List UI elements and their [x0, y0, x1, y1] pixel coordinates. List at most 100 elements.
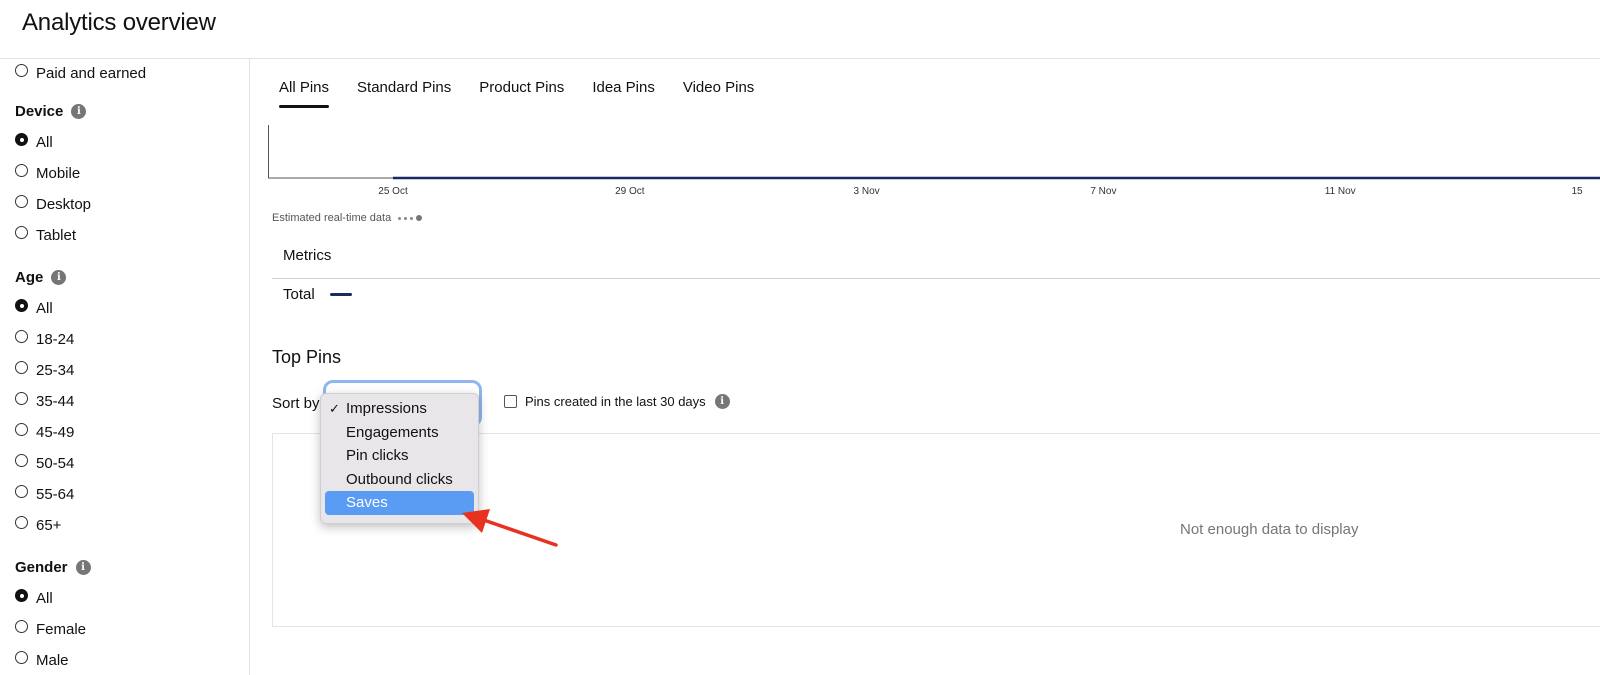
radio-label: Tablet: [36, 227, 77, 244]
page-title: Analytics overview: [22, 9, 216, 36]
tab-standard-pins[interactable]: Standard Pins: [357, 79, 451, 109]
realtime-dots-icon: [398, 215, 423, 221]
radio-label: All: [36, 134, 53, 151]
sort-option-label: Saves: [346, 494, 388, 511]
group-title: Device i: [15, 101, 91, 121]
radio-label: Paid and earned: [36, 65, 147, 82]
metric-label: Total: [283, 285, 315, 303]
radio-button[interactable]: [15, 299, 28, 312]
radio-label: 55-64: [36, 486, 75, 503]
radio-button[interactable]: [15, 620, 28, 633]
radio-button[interactable]: [15, 392, 28, 405]
pin-type-tabs: All Pins Standard Pins Product Pins Idea Pi…: [279, 79, 754, 109]
radio-option[interactable]: Male: [15, 645, 91, 675]
radio-button[interactable]: [15, 589, 28, 602]
legend-line-icon: [329, 292, 352, 296]
x-tick-label: 3 Nov: [854, 186, 880, 197]
radio-label: 18-24: [36, 331, 75, 348]
tab-video-pins[interactable]: Video Pins: [683, 79, 754, 109]
radio-label: 35-44: [36, 393, 75, 410]
sort-option-outbound-clicks[interactable]: Outbound clicks: [325, 468, 474, 492]
sort-option-impressions[interactable]: ✓ Impressions: [325, 397, 474, 421]
radio-option[interactable]: 45-49: [15, 417, 74, 448]
group-title-label: Gender: [15, 558, 68, 576]
x-tick-label: 25 Oct: [378, 186, 408, 197]
header: Analytics overview: [0, 0, 1600, 59]
x-tick-label: 11 Nov: [1325, 186, 1356, 197]
sort-option-pin-clicks[interactable]: Pin clicks: [325, 444, 474, 468]
sort-by-label: Sort by: [272, 395, 320, 412]
radio-button[interactable]: [15, 651, 28, 664]
radio-button[interactable]: [15, 485, 28, 498]
group-title: Age i: [15, 267, 74, 287]
radio-option[interactable]: 25-34: [15, 355, 74, 386]
radio-button[interactable]: [15, 516, 28, 529]
radio-label: 45-49: [36, 424, 75, 441]
main-content: All Pins Standard Pins Product Pins Idea Pi…: [250, 59, 1600, 675]
radio-label: Desktop: [36, 196, 92, 213]
group-title: Gender i: [15, 557, 91, 577]
radio-button[interactable]: [15, 361, 28, 374]
chart-svg: 25 Oct 29 Oct 3 Nov 7 Nov 11 Nov 15: [268, 125, 1600, 197]
realtime-note: Estimated real-time data: [272, 212, 423, 224]
sort-option-label: Impressions: [346, 400, 427, 417]
radio-button[interactable]: [15, 423, 28, 436]
gender-filter-group: Gender i All Female Male: [15, 557, 91, 675]
radio-option[interactable]: All: [15, 583, 91, 614]
metrics-row-total: Total: [283, 284, 352, 304]
radio-option[interactable]: 55-64: [15, 479, 74, 510]
radio-option[interactable]: Desktop: [15, 189, 91, 220]
radio-button[interactable]: [15, 195, 28, 208]
device-filter-group: Device i All Mobile Desktop Tablet: [15, 101, 91, 251]
checkmark-icon: ✓: [329, 401, 340, 416]
realtime-label: Estimated real-time data: [272, 212, 392, 224]
sort-option-label: Pin clicks: [346, 447, 409, 464]
tab-all-pins[interactable]: All Pins: [279, 79, 330, 109]
sort-dropdown-menu: ✓ Impressions Engagements Pin clicks Outboun…: [320, 393, 479, 524]
radio-label: Mobile: [36, 165, 81, 182]
radio-option[interactable]: 18-24: [15, 324, 74, 355]
radio-option[interactable]: Female: [15, 614, 91, 645]
age-filter-group: Age i All 18-24 25-34 35-44 45-49 50-54 55-64 65+: [15, 267, 74, 541]
group-title-label: Device: [15, 102, 64, 120]
info-icon[interactable]: i: [714, 393, 730, 409]
impressions-chart: 25 Oct 29 Oct 3 Nov 7 Nov 11 Nov 15: [268, 125, 1600, 205]
empty-state-message: Not enough data to display: [1180, 521, 1359, 538]
sort-option-engagements[interactable]: Engagements: [325, 421, 474, 445]
radio-button[interactable]: [15, 64, 28, 77]
info-icon[interactable]: i: [71, 103, 87, 119]
filter-sidebar: Paid and earned Device i All Mobile Desktop T…: [0, 59, 250, 675]
tab-idea-pins[interactable]: Idea Pins: [592, 79, 655, 109]
info-icon[interactable]: i: [51, 269, 67, 285]
sort-option-saves[interactable]: Saves: [325, 491, 474, 515]
radio-label: Male: [36, 652, 69, 669]
top-pins-title: Top Pins: [272, 347, 342, 367]
radio-option[interactable]: 50-54: [15, 448, 74, 479]
checkbox[interactable]: [504, 394, 517, 408]
sort-option-label: Engagements: [346, 423, 439, 441]
radio-label: 25-34: [36, 362, 75, 379]
radio-option[interactable]: All: [15, 127, 91, 158]
metrics-header: Metrics: [272, 244, 1600, 279]
radio-button[interactable]: [15, 133, 28, 146]
created-last-30-days-filter[interactable]: Pins created in the last 30 days i: [504, 392, 730, 410]
x-tick-label: 7 Nov: [1090, 186, 1116, 197]
x-tick-label: 29 Oct: [615, 186, 645, 197]
tab-product-pins[interactable]: Product Pins: [479, 79, 564, 109]
radio-option[interactable]: 65+: [15, 510, 74, 541]
radio-button[interactable]: [15, 226, 28, 239]
radio-paid-and-earned[interactable]: Paid and earned: [15, 59, 146, 89]
radio-option[interactable]: Mobile: [15, 158, 91, 189]
radio-option[interactable]: Tablet: [15, 220, 91, 251]
radio-button[interactable]: [15, 330, 28, 343]
radio-label: 50-54: [36, 455, 75, 472]
info-icon[interactable]: i: [75, 559, 91, 575]
content-type-group: Paid and earned: [15, 59, 146, 89]
radio-button[interactable]: [15, 164, 28, 177]
radio-label: 65+: [36, 517, 62, 534]
group-title-label: Age: [15, 268, 44, 286]
radio-button[interactable]: [15, 454, 28, 467]
radio-option[interactable]: 35-44: [15, 386, 74, 417]
x-tick-label: 15: [1571, 186, 1583, 197]
radio-option[interactable]: All: [15, 293, 74, 324]
